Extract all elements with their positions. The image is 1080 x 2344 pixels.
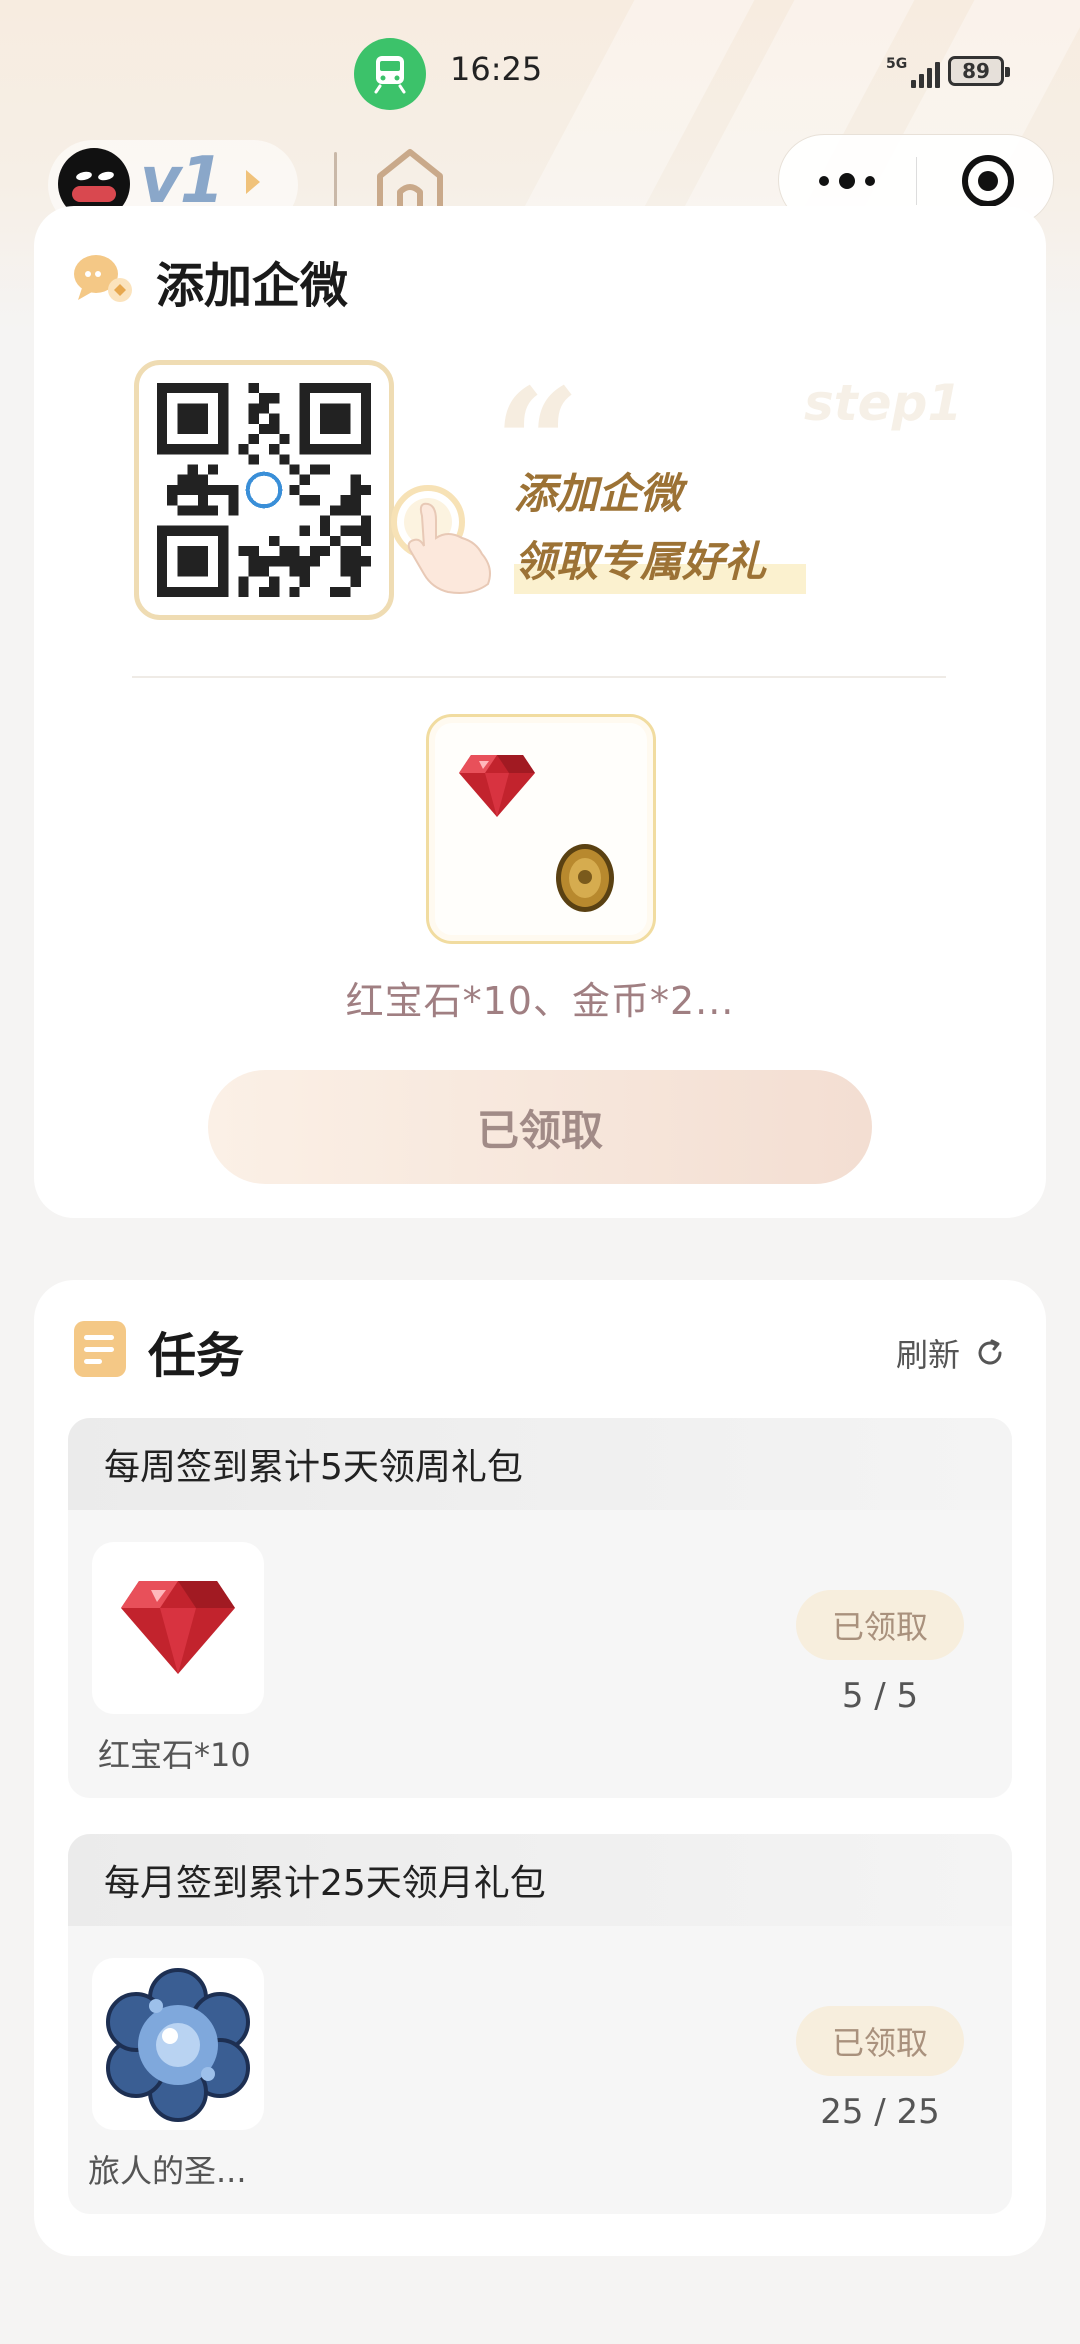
chevron-right-icon xyxy=(246,170,260,194)
refresh-icon xyxy=(974,1337,1006,1369)
claimed-status[interactable]: 已领取 xyxy=(796,1590,964,1660)
refresh-button[interactable]: 刷新 xyxy=(896,1330,1006,1376)
status-time: 16:25 xyxy=(450,50,543,88)
nav-divider xyxy=(334,152,337,210)
battery-level: 89 xyxy=(962,59,990,83)
tasks-card: 任务 刷新 每周签到累计5天领周礼包 红宝石*10 已领取 5 / 5 每月签到… xyxy=(34,1280,1046,2256)
signal-icon: 5G xyxy=(886,54,940,90)
slogan-line-2: 领取专属好礼 xyxy=(514,537,767,586)
close-target-icon[interactable] xyxy=(962,155,1014,207)
slogan-line-1: 添加企微 xyxy=(514,469,683,518)
task-weekly: 每周签到累计5天领周礼包 红宝石*10 已领取 5 / 5 xyxy=(68,1418,1012,1798)
task-progress: 25 / 25 xyxy=(820,2092,940,2132)
network-type: 5G xyxy=(886,56,908,72)
ruby-icon xyxy=(118,1574,238,1682)
task-progress: 5 / 5 xyxy=(841,1676,919,1716)
task-monthly: 每月签到累计25天领月礼包 旅人的圣... 已领取 25 / 25 xyxy=(68,1834,1012,2214)
wecom-card: 添加企微 “ step1 添加企微 领取专属好礼 红宝石*10、金币*2... … xyxy=(34,206,1046,1218)
claimed-status[interactable]: 已领取 xyxy=(796,2006,964,2076)
pointing-hand-icon xyxy=(352,446,512,600)
train-icon xyxy=(354,38,426,110)
tasks-title: 任务 xyxy=(148,1328,245,1384)
wecom-header: 添加企微 xyxy=(72,246,348,316)
task-title: 每周签到累计5天领周礼包 xyxy=(68,1418,1012,1510)
ruby-icon xyxy=(457,751,537,823)
status-bar: 16:25 5G 89 xyxy=(0,0,1080,140)
task-title: 每月签到累计25天领月礼包 xyxy=(68,1834,1012,1926)
reward-name: 红宝石*10 xyxy=(98,1736,251,1774)
chat-bubble-icon xyxy=(72,250,136,312)
gold-coin-icon xyxy=(553,841,617,919)
more-icon[interactable] xyxy=(819,173,875,189)
crystal-flower-icon xyxy=(96,1962,260,2130)
reward-name: 旅人的圣... xyxy=(88,2152,247,2190)
divider xyxy=(132,676,946,678)
reward-item[interactable] xyxy=(92,1542,264,1714)
wecom-title: 添加企微 xyxy=(156,258,349,314)
reward-preview xyxy=(426,714,656,944)
refresh-label: 刷新 xyxy=(895,1336,960,1374)
claimed-button[interactable]: 已领取 xyxy=(208,1070,872,1184)
tasks-header: 任务 xyxy=(72,1316,244,1386)
reward-names: 红宝石*10、金币*2... xyxy=(345,979,735,1023)
step-label: step1 xyxy=(804,374,963,432)
document-icon xyxy=(72,1319,128,1383)
reward-item[interactable] xyxy=(92,1958,264,2130)
battery-icon: 89 xyxy=(948,56,1010,86)
